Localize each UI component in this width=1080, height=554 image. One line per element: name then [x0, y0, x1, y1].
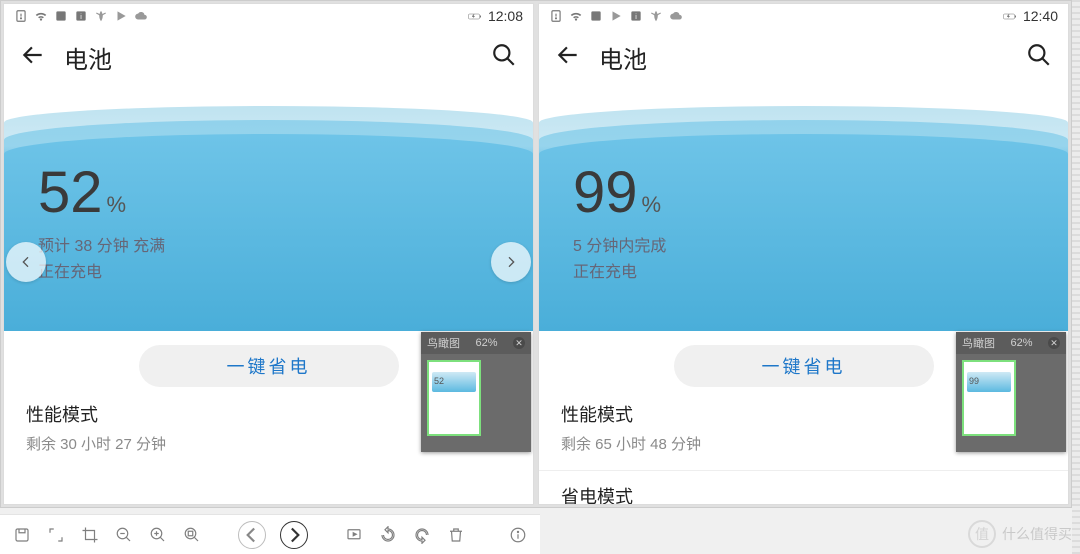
header-bar: 电池: [539, 28, 1068, 86]
status-icon-a: [589, 9, 603, 23]
expand-icon[interactable]: [46, 525, 66, 545]
minimap-title: 鸟瞰图: [427, 335, 460, 351]
status-time: 12:08: [488, 8, 523, 24]
info-icon: i: [74, 9, 88, 23]
play-icon: [609, 9, 623, 23]
battery-charging-icon: [1003, 9, 1017, 23]
status-bar: i 12:40: [539, 4, 1068, 28]
wifi-icon: [34, 9, 48, 23]
battery-percent-block: 52% 预计 38 分钟 充满 正在充电: [38, 164, 165, 282]
crop-icon[interactable]: [80, 525, 100, 545]
wifi-icon: [569, 9, 583, 23]
carousel-prev[interactable]: [6, 242, 46, 282]
power-save-button[interactable]: 一键省电: [139, 345, 399, 387]
next-image-button[interactable]: [280, 521, 308, 549]
status-time: 12:40: [1023, 8, 1058, 24]
sim-alert-icon: [14, 9, 28, 23]
minimap-zoom: 62%: [1010, 337, 1032, 349]
battery-estimate: 5 分钟内完成: [573, 232, 666, 256]
minimap-close-icon[interactable]: ✕: [1048, 337, 1060, 349]
play-icon: [114, 9, 128, 23]
huawei-icon: [649, 9, 663, 23]
cloud-icon: [134, 9, 148, 23]
minimap-overlay[interactable]: 鸟瞰图 62% ✕ 52: [421, 332, 531, 452]
watermark: 值 什么值得买: [968, 520, 1072, 548]
save-mode-title: 省电模式: [561, 483, 1046, 505]
phone-right: i 12:40 电池 99% 5 分钟内完成 正在充电: [538, 3, 1069, 505]
minimap-zoom: 62%: [475, 337, 497, 349]
page-title: 电池: [64, 40, 473, 75]
watermark-text: 什么值得买: [1002, 524, 1072, 544]
viewer-toolbar: [0, 514, 540, 554]
rotate-cw-icon[interactable]: [412, 525, 432, 545]
header-bar: 电池: [4, 28, 533, 86]
battery-status: 正在充电: [38, 258, 165, 282]
cloud-icon: [669, 9, 683, 23]
zoom-out-icon[interactable]: [114, 525, 134, 545]
battery-hero: 99% 5 分钟内完成 正在充电: [539, 86, 1068, 331]
battery-estimate: 预计 38 分钟 充满: [38, 232, 165, 256]
watermark-badge: 值: [968, 520, 996, 548]
power-save-mode-row[interactable]: 省电模式: [539, 470, 1068, 505]
percent-sign: %: [642, 192, 662, 217]
minimap-thumb[interactable]: 99: [962, 360, 1016, 436]
battery-percent-block: 99% 5 分钟内完成 正在充电: [573, 164, 666, 282]
huawei-icon: [94, 9, 108, 23]
power-save-button[interactable]: 一键省电: [674, 345, 934, 387]
delete-icon[interactable]: [446, 525, 466, 545]
minimap-thumb[interactable]: 52: [427, 360, 481, 436]
power-save-label: 一键省电: [227, 353, 311, 379]
battery-percent: 99: [573, 160, 638, 225]
power-save-label: 一键省电: [762, 353, 846, 379]
phone-left: i 12:08 电池 52% 预计 38 分钟 充满 正在充电: [3, 3, 534, 505]
status-icon-a: [54, 9, 68, 23]
minimap-title: 鸟瞰图: [962, 335, 995, 351]
prev-image-button[interactable]: [238, 521, 266, 549]
dual-screenshot-container: i 12:08 电池 52% 预计 38 分钟 充满 正在充电: [0, 0, 1072, 508]
minimap-close-icon[interactable]: ✕: [513, 337, 525, 349]
minimap-overlay[interactable]: 鸟瞰图 62% ✕ 99: [956, 332, 1066, 452]
battery-charging-icon: [468, 9, 482, 23]
page-title: 电池: [599, 40, 1008, 75]
battery-status: 正在充电: [573, 258, 666, 282]
carousel-next[interactable]: [491, 242, 531, 282]
sim-alert-icon: [549, 9, 563, 23]
status-bar: i 12:08: [4, 4, 533, 28]
info-icon: i: [629, 9, 643, 23]
battery-percent: 52: [38, 160, 103, 225]
search-icon[interactable]: [1026, 42, 1052, 73]
search-icon[interactable]: [491, 42, 517, 73]
info-icon[interactable]: [508, 525, 528, 545]
slideshow-icon[interactable]: [344, 525, 364, 545]
save-icon[interactable]: [12, 525, 32, 545]
back-icon[interactable]: [555, 42, 581, 73]
battery-hero: 52% 预计 38 分钟 充满 正在充电: [4, 86, 533, 331]
percent-sign: %: [107, 192, 127, 217]
scrollbar-strip[interactable]: [1072, 0, 1080, 554]
rotate-ccw-icon[interactable]: [378, 525, 398, 545]
back-icon[interactable]: [20, 42, 46, 73]
fit-icon[interactable]: [182, 525, 202, 545]
zoom-in-icon[interactable]: [148, 525, 168, 545]
